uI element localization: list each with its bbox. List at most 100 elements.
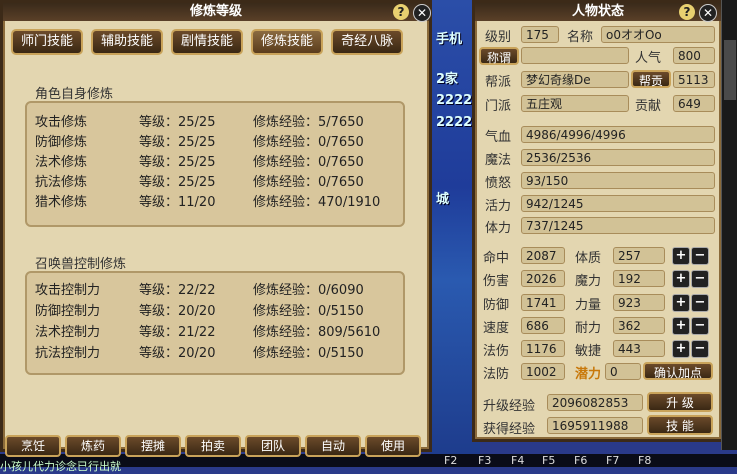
minus-icon[interactable]: − [691, 294, 709, 312]
title-button[interactable]: 称谓 [479, 47, 519, 65]
panel-title: 人物状态 [571, 4, 624, 19]
agility-value: 443 [613, 340, 665, 357]
guild-value: 梦幻奇缘De [521, 71, 629, 88]
hp-value: 4986/4996/4996 [521, 126, 715, 143]
close-icon[interactable]: ✕ [413, 4, 431, 22]
magic-defense-label: 法防 [483, 367, 510, 382]
skill-tabs: 师门技能 辅助技能 剧情技能 修炼技能 奇经八脉 [11, 29, 404, 55]
title-value [521, 47, 629, 64]
potential-label: 潜力 [575, 367, 602, 382]
level-value: 175 [521, 26, 559, 43]
scene-text: 城 [436, 192, 450, 207]
hotkey-f7[interactable]: F7 [606, 454, 619, 467]
scene-text: 2家 [436, 72, 459, 87]
vitality-value: 942/1245 [521, 195, 715, 212]
use-button[interactable]: 使用 [365, 435, 421, 457]
damage-label: 伤害 [483, 274, 510, 289]
section-title-self: 角色自身修炼 [35, 87, 114, 102]
close-icon[interactable]: ✕ [699, 4, 717, 22]
rage-label: 愤怒 [485, 176, 512, 191]
auto-button[interactable]: 自动 [305, 435, 361, 457]
plus-icon[interactable]: + [672, 247, 690, 265]
scrollbar[interactable] [721, 0, 737, 450]
damage-value: 2026 [521, 270, 565, 287]
upgrade-button[interactable]: 升 级 [647, 392, 713, 412]
agility-label: 敏捷 [575, 344, 602, 359]
plus-icon[interactable]: + [672, 294, 690, 312]
team-button[interactable]: 团队 [245, 435, 301, 457]
character-status-panel: 人物状态 ? ✕ 级别 175 名称 o0オオOo 称谓 人气 800 帮派 梦… [472, 0, 724, 442]
magic-damage-label: 法伤 [483, 344, 510, 359]
tab-cultivation-skills[interactable]: 修炼技能 [251, 29, 324, 55]
panel-title: 修炼等级 [189, 4, 242, 19]
gain-exp-label: 获得经验 [483, 422, 536, 437]
contribution-value: 649 [673, 95, 715, 112]
potential-value: 0 [605, 363, 641, 380]
pet-cultivation-box: 攻击控制力 等级：22/22 修炼经验：0/6090 防御控制力 等级：20/2… [25, 271, 405, 375]
rage-value: 93/150 [521, 172, 715, 189]
minus-icon[interactable]: − [691, 247, 709, 265]
guild-contrib-button[interactable]: 帮贡 [631, 70, 671, 88]
constitution-label: 体质 [575, 251, 602, 266]
minus-icon[interactable]: − [691, 340, 709, 358]
guild-contrib-value: 5113 [673, 71, 715, 88]
sect-label: 门派 [485, 99, 512, 114]
auction-button[interactable]: 拍卖 [185, 435, 241, 457]
cultivation-panel: 修炼等级 ? ✕ 师门技能 辅助技能 剧情技能 修炼技能 奇经八脉 角色自身修炼… [0, 0, 432, 457]
hotkey-f4[interactable]: F4 [511, 454, 524, 467]
scrollbar-thumb[interactable] [724, 40, 736, 100]
name-label: 名称 [567, 30, 594, 45]
help-icon[interactable]: ? [393, 4, 409, 20]
tab-meridians[interactable]: 奇经八脉 [331, 29, 404, 55]
scene-text: 2222 [436, 115, 473, 130]
hotkey-f5[interactable]: F5 [542, 454, 555, 467]
confirm-points-button[interactable]: 确认加点 [643, 362, 713, 380]
panel-titlebar[interactable]: 修炼等级 [3, 3, 429, 21]
cook-button[interactable]: 烹饪 [5, 435, 61, 457]
hotkey-f6[interactable]: F6 [574, 454, 587, 467]
level-label: 级别 [485, 30, 512, 45]
hit-label: 命中 [483, 251, 510, 266]
help-icon[interactable]: ? [679, 4, 695, 20]
scene-text: 手机 [436, 32, 463, 47]
hotkey-f2[interactable]: F2 [444, 454, 457, 467]
guild-label: 帮派 [485, 75, 512, 90]
plus-icon[interactable]: + [672, 317, 690, 335]
magic-damage-value: 1176 [521, 340, 565, 357]
strength-value: 923 [613, 294, 665, 311]
hotkey-f8[interactable]: F8 [638, 454, 651, 467]
minus-icon[interactable]: − [691, 270, 709, 288]
tab-support-skills[interactable]: 辅助技能 [91, 29, 164, 55]
constitution-value: 257 [613, 247, 665, 264]
speed-value: 686 [521, 317, 565, 334]
hp-label: 气血 [485, 130, 512, 145]
plus-icon[interactable]: + [672, 340, 690, 358]
upgrade-exp-label: 升级经验 [483, 399, 536, 414]
stamina-value: 737/1245 [521, 217, 715, 234]
contribution-label: 贡献 [635, 99, 662, 114]
popularity-label: 人气 [635, 51, 662, 66]
gain-exp-value: 1695911988 [547, 417, 643, 434]
stall-button[interactable]: 摆摊 [125, 435, 181, 457]
speed-label: 速度 [483, 321, 510, 336]
section-title-pet: 召唤兽控制修炼 [35, 257, 127, 272]
name-value: o0オオOo [601, 26, 715, 43]
tab-sect-skills[interactable]: 师门技能 [11, 29, 84, 55]
upgrade-exp-value: 2096082853 [547, 394, 643, 411]
defense-label: 防御 [483, 298, 510, 313]
mp-value: 2536/2536 [521, 149, 715, 166]
plus-icon[interactable]: + [672, 270, 690, 288]
self-cultivation-box: 攻击修炼 等级：25/25 修炼经验：5/7650 防御修炼 等级：25/25 … [25, 101, 405, 227]
skills-button[interactable]: 技 能 [647, 415, 713, 435]
magic-value: 192 [613, 270, 665, 287]
endurance-value: 362 [613, 317, 665, 334]
alchemy-button[interactable]: 炼药 [65, 435, 121, 457]
scene-text: 2222 [436, 93, 473, 108]
mp-label: 魔法 [485, 153, 512, 168]
endurance-label: 耐力 [575, 321, 602, 336]
chat-snippet: 小孩儿代力诊念已行出就 [0, 460, 121, 473]
minus-icon[interactable]: − [691, 317, 709, 335]
popularity-value: 800 [673, 47, 715, 64]
tab-story-skills[interactable]: 剧情技能 [171, 29, 244, 55]
hotkey-f3[interactable]: F3 [478, 454, 491, 467]
